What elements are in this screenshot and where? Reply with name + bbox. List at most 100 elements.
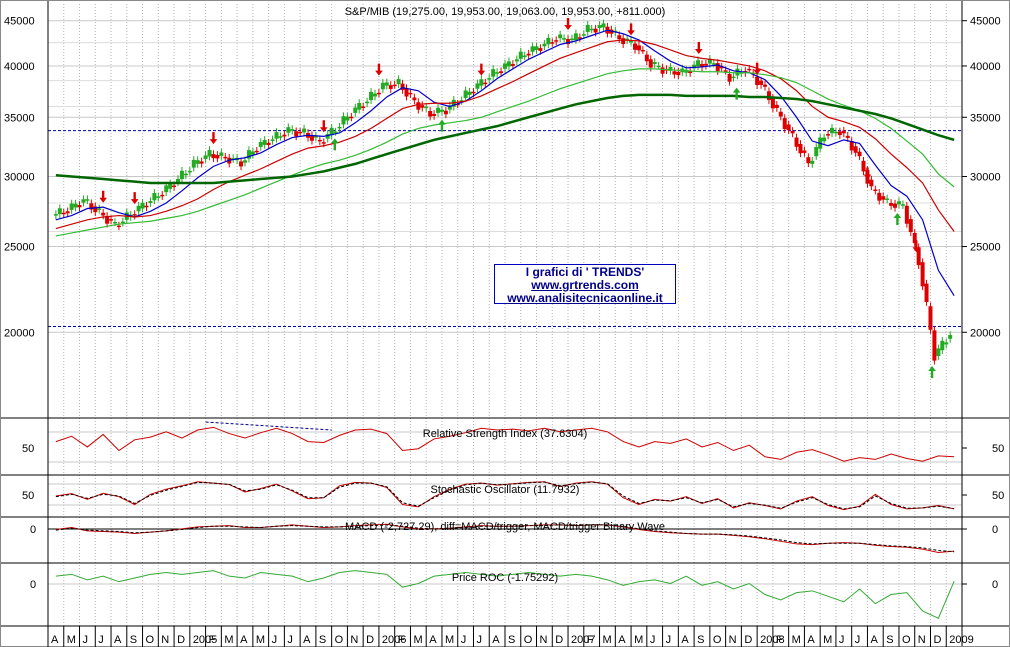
x-month-label: O bbox=[335, 634, 344, 646]
x-month-label: M bbox=[224, 634, 233, 646]
candle-body bbox=[857, 151, 862, 157]
panel-title: Relative Strength Index (37.6304) bbox=[423, 428, 588, 440]
candle-body bbox=[900, 204, 905, 206]
x-month-label: O bbox=[524, 634, 533, 646]
candle-body bbox=[250, 151, 255, 155]
candle-body bbox=[841, 130, 846, 134]
candle-body bbox=[814, 147, 819, 157]
y-tick-label-left: 35000 bbox=[4, 112, 35, 124]
candle-body bbox=[581, 34, 586, 36]
x-month-label: N bbox=[540, 634, 548, 646]
candle-body bbox=[770, 97, 775, 109]
candle-body bbox=[648, 59, 653, 68]
candle-body bbox=[211, 154, 216, 159]
candle-body bbox=[893, 203, 898, 208]
candle-body bbox=[731, 76, 736, 79]
candle-body bbox=[928, 306, 933, 330]
candle-body bbox=[242, 160, 247, 163]
candle-body bbox=[471, 91, 476, 94]
candle-body bbox=[790, 130, 795, 134]
x-month-label: A bbox=[618, 634, 626, 646]
x-month-label: F bbox=[209, 634, 216, 646]
candle-body bbox=[116, 225, 121, 228]
x-month-label: D bbox=[555, 634, 563, 646]
candle-body bbox=[65, 211, 70, 214]
x-month-label: M bbox=[603, 634, 612, 646]
candle-body bbox=[384, 82, 389, 86]
candle-body bbox=[538, 48, 543, 51]
chart-title: S&P/MIB (19,275.00, 19,953.00, 19,063.00… bbox=[345, 6, 666, 18]
x-month-label: D bbox=[177, 634, 185, 646]
indicator-tick-right: 0 bbox=[992, 579, 998, 591]
candle-body bbox=[936, 348, 941, 357]
x-month-label: M bbox=[634, 634, 643, 646]
candle-body bbox=[380, 82, 385, 90]
candle-body bbox=[274, 132, 279, 139]
rsi-divergence-line bbox=[205, 421, 332, 431]
x-month-label: D bbox=[366, 634, 374, 646]
x-month-label: A bbox=[681, 634, 689, 646]
candle-body bbox=[833, 131, 838, 134]
candle-body bbox=[593, 28, 598, 33]
candle-body bbox=[443, 110, 448, 115]
y-tick-label-right: 20000 bbox=[970, 327, 1001, 339]
candle-body bbox=[69, 203, 74, 210]
candle-body bbox=[160, 194, 165, 197]
y-tick-label-right: 35000 bbox=[970, 112, 1001, 124]
candle-body bbox=[357, 103, 362, 110]
candle-body bbox=[660, 67, 665, 74]
x-month-label: N bbox=[350, 634, 358, 646]
x-month-label: J bbox=[98, 634, 104, 646]
x-month-label: O bbox=[146, 634, 155, 646]
candle-body bbox=[152, 192, 157, 201]
candle-body bbox=[558, 34, 563, 39]
candle-body bbox=[510, 64, 515, 66]
candle-body bbox=[215, 155, 220, 159]
candle-body bbox=[703, 63, 708, 66]
candle-body bbox=[633, 43, 638, 50]
candle-body bbox=[810, 160, 815, 164]
candle-body bbox=[644, 54, 649, 62]
sell-arrow bbox=[99, 190, 107, 203]
candle-body bbox=[53, 214, 58, 216]
candle-body bbox=[463, 90, 468, 98]
candle-body bbox=[77, 205, 82, 208]
candle-body bbox=[302, 128, 307, 133]
x-month-label: J bbox=[272, 634, 278, 646]
y-tick-label-left: 25000 bbox=[4, 242, 35, 254]
candle-body bbox=[109, 219, 114, 221]
watermark-box: I grafici di ' TRENDS' www.grtrends.com … bbox=[494, 264, 676, 305]
x-month-label: J bbox=[476, 634, 482, 646]
candle-body bbox=[341, 116, 346, 125]
y-tick-label-left: 30000 bbox=[4, 171, 35, 183]
candle-body bbox=[873, 189, 878, 192]
x-month-label: M bbox=[823, 634, 832, 646]
candle-body bbox=[562, 38, 567, 40]
candle-body bbox=[424, 106, 429, 109]
buy-arrow bbox=[438, 119, 446, 132]
candle-body bbox=[97, 208, 102, 210]
candle-body bbox=[203, 155, 208, 159]
candle-body bbox=[140, 202, 145, 209]
candle-body bbox=[487, 78, 492, 80]
x-month-label: M bbox=[445, 634, 454, 646]
candle-body bbox=[365, 101, 370, 104]
x-month-label: D bbox=[933, 634, 941, 646]
watermark-link-2[interactable]: www.analisitecnicaonline.it bbox=[495, 292, 675, 305]
x-month-label: M bbox=[256, 634, 265, 646]
candle-body bbox=[282, 134, 287, 137]
x-month-label: J bbox=[461, 634, 467, 646]
candle-body bbox=[270, 139, 275, 141]
candle-body bbox=[491, 69, 496, 77]
candle-body bbox=[514, 59, 519, 62]
candle-body bbox=[101, 212, 106, 216]
candle-body bbox=[920, 262, 925, 287]
candle-body bbox=[179, 170, 184, 180]
candle-body bbox=[794, 137, 799, 147]
candle-body bbox=[436, 107, 441, 113]
candle-body bbox=[837, 131, 842, 136]
candle-body bbox=[715, 63, 720, 72]
candle-body bbox=[656, 65, 661, 68]
x-month-label: N bbox=[729, 634, 737, 646]
candle-body bbox=[164, 185, 169, 193]
